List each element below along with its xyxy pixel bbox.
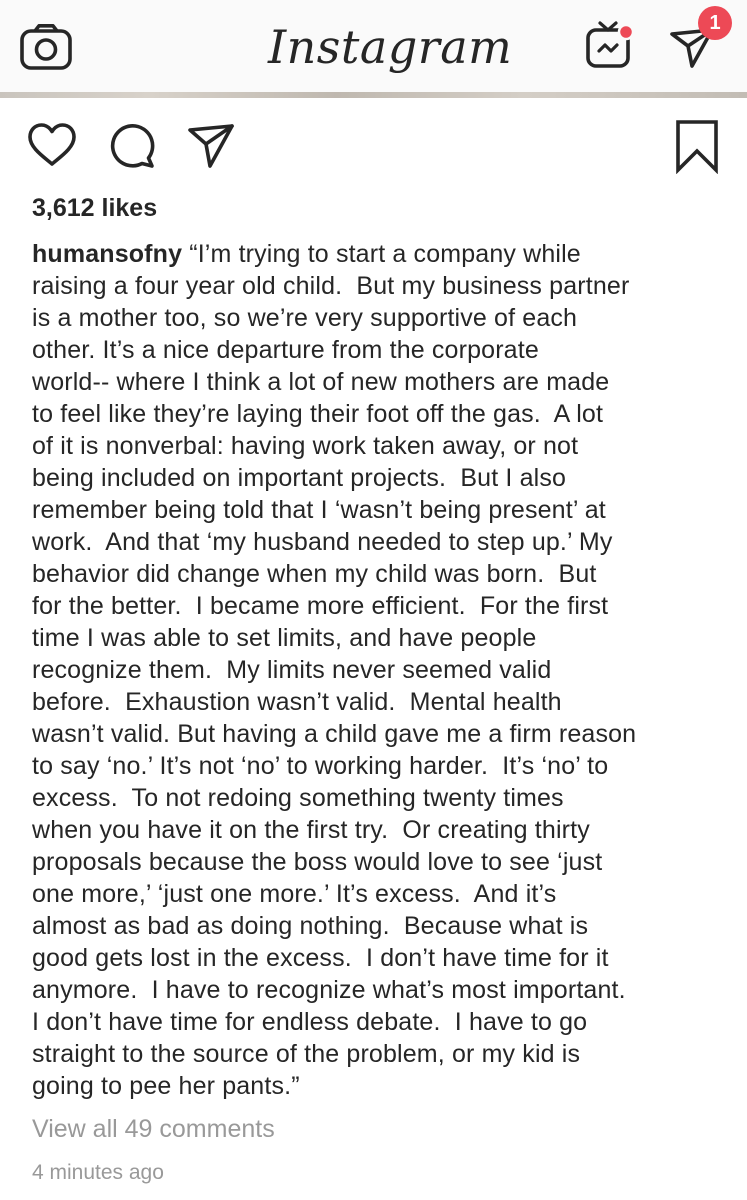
caption-line: humansofny “I’m trying to start a compan… [32, 240, 581, 268]
caption-line: I don’t have time for endless debate. I … [32, 1008, 588, 1036]
caption-line: good gets lost in the excess. I don’t ha… [32, 944, 609, 972]
caption-line: straight to the source of the problem, o… [32, 1040, 581, 1068]
caption-line: one more,’ ‘just one more.’ It’s excess.… [32, 880, 557, 908]
heart-icon[interactable] [26, 120, 78, 172]
notification-badge: 1 [698, 6, 732, 40]
caption-line: behavior did change when my child was bo… [32, 560, 597, 588]
caption-line: time I was able to set limits, and have … [32, 624, 537, 652]
caption-line: wasn’t valid. But having a child gave me… [32, 720, 637, 748]
caption-line: excess. To not redoing something twenty … [32, 784, 564, 812]
likes-count[interactable]: 3,612 likes [32, 192, 157, 224]
caption-line: raising a four year old child. But my bu… [32, 272, 630, 300]
previous-post-image-edge [0, 92, 747, 98]
caption-line: recognize them. My limits never seemed v… [32, 656, 552, 684]
post-caption: humansofny “I’m trying to start a compan… [32, 238, 732, 1102]
bookmark-icon[interactable] [672, 118, 722, 174]
caption-line: to feel like they’re laying their foot o… [32, 400, 604, 428]
caption-line: when you have it on the first try. Or cr… [32, 816, 590, 844]
caption-line: of it is nonverbal: having work taken aw… [32, 432, 579, 460]
caption-line: remember being told that I ‘wasn’t being… [32, 496, 606, 524]
caption-line: before. Exhaustion wasn’t valid. Mental … [32, 688, 562, 716]
caption-line: proposals because the boss would love to… [32, 848, 603, 876]
caption-line: is a mother too, so we’re very supportiv… [32, 304, 578, 332]
instagram-logo: Instagram [268, 20, 513, 74]
caption-line: for the better. I became more efficient.… [32, 592, 609, 620]
caption-line: world-- where I think a lot of new mothe… [32, 368, 610, 396]
post-timestamp: 4 minutes ago [32, 1161, 164, 1184]
view-all-comments-link[interactable]: View all 49 comments [32, 1112, 275, 1146]
caption-line: almost as bad as doing nothing. Because … [32, 912, 589, 940]
share-icon[interactable] [186, 120, 238, 172]
caption-line: anymore. I have to recognize what’s most… [32, 976, 626, 1004]
igtv-icon[interactable] [584, 20, 636, 72]
caption-username[interactable]: humansofny [32, 240, 182, 268]
caption-line: going to pee her pants.” [32, 1072, 300, 1100]
comment-icon[interactable] [106, 120, 158, 172]
camera-icon[interactable] [20, 24, 72, 70]
caption-line: work. And that ‘my husband needed to ste… [32, 528, 613, 556]
caption-line: being included on important projects. Bu… [32, 464, 567, 492]
caption-line: other. It’s a nice departure from the co… [32, 336, 539, 364]
caption-line: to say ‘no.’ It’s not ‘no’ to working ha… [32, 752, 609, 780]
